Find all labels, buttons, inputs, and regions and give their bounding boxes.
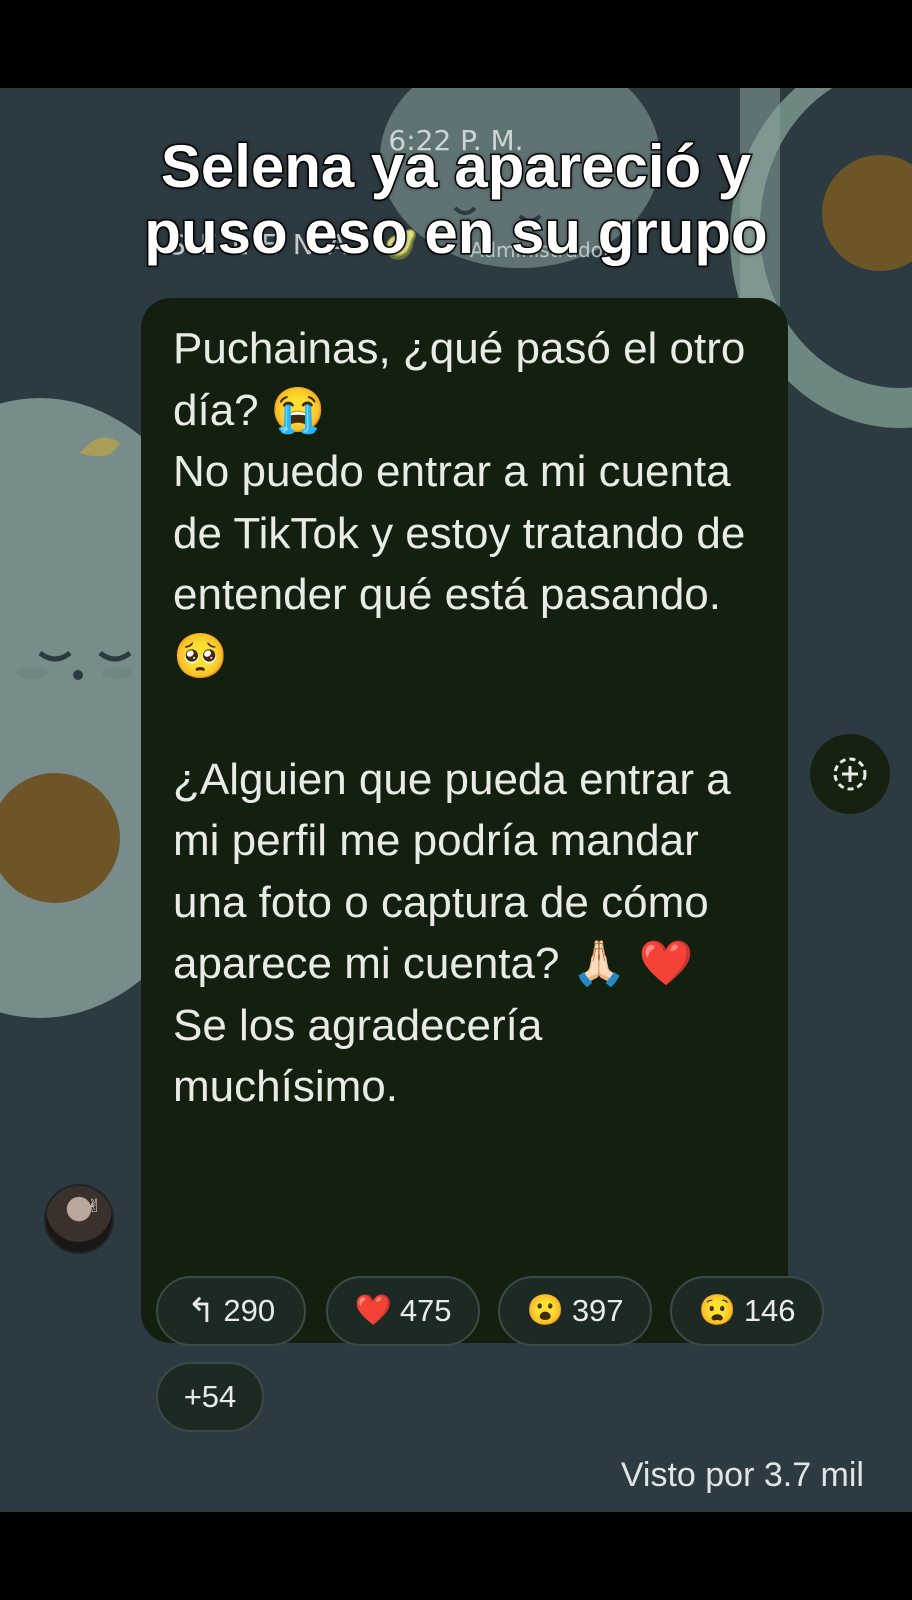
more-reactions-chip[interactable]: +54 [156, 1362, 264, 1432]
share-plus-icon [833, 757, 867, 791]
share-button[interactable] [810, 734, 890, 814]
seen-by-count: Visto por 3.7 mil [620, 1456, 864, 1494]
reaction-heart-chip[interactable]: ❤️ 475 [326, 1276, 480, 1346]
video-caption-overlay: Selena ya apareció y puso eso en su grup… [56, 132, 856, 267]
peace-hand-icon: ✌ [86, 1196, 102, 1217]
caption-line-2: puso eso en su grupo [143, 198, 769, 267]
caption-line-1: Selena ya apareció y [159, 132, 752, 201]
chat-area[interactable]: 6:22 P. M. SELENA 🥑 Administrador Puchai… [0, 88, 912, 1512]
message-bubble[interactable]: Puchainas, ¿qué pasó el otro día? 😭 No p… [141, 298, 788, 1343]
heart-icon: ❤️ [354, 1294, 392, 1327]
reaction-count: 475 [399, 1293, 452, 1328]
reaction-count: 397 [571, 1293, 624, 1328]
message-text: Puchainas, ¿qué pasó el otro día? 😭 No p… [173, 324, 746, 1111]
reaction-surprised-chip[interactable]: 😮 397 [498, 1276, 652, 1346]
top-black-bar [0, 0, 912, 88]
sender-avatar[interactable]: ✌ [44, 1184, 114, 1254]
worried-face-icon: 😧 [698, 1294, 736, 1327]
surprised-face-icon: 😮 [526, 1294, 564, 1327]
reply-arrow-icon: ↰ [186, 1292, 216, 1330]
reply-count: 290 [223, 1293, 276, 1328]
more-reactions-count: +54 [183, 1379, 237, 1414]
reaction-worried-chip[interactable]: 😧 146 [670, 1276, 824, 1346]
reply-count-chip[interactable]: ↰ 290 [156, 1276, 306, 1346]
reaction-count: 146 [743, 1293, 796, 1328]
bottom-black-bar [0, 1512, 912, 1600]
